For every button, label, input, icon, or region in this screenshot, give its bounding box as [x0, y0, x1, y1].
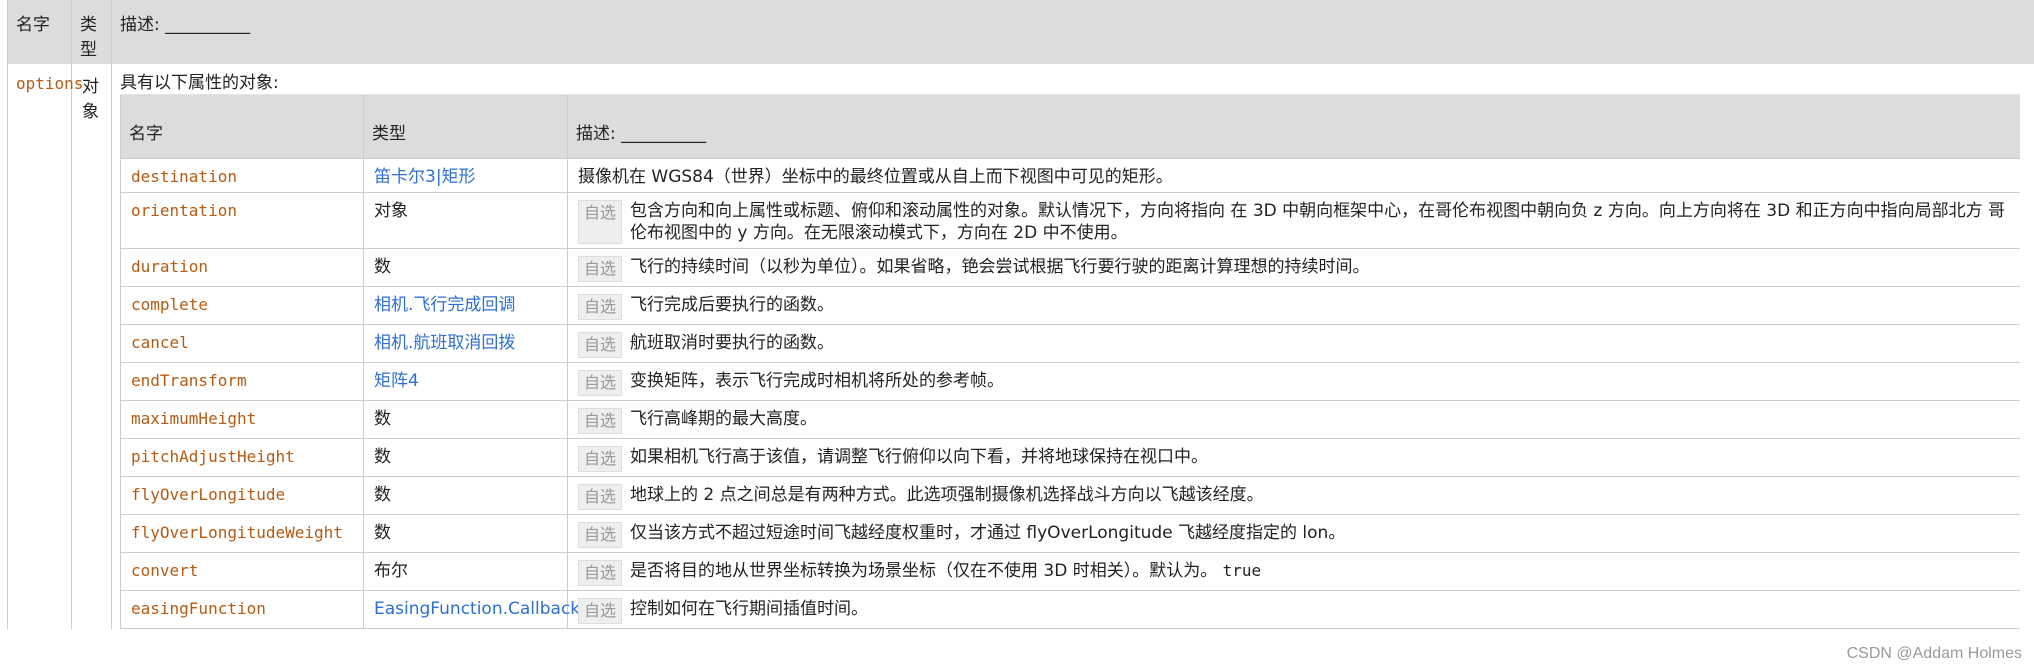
- option-type: 数: [374, 485, 391, 505]
- optional-badge: 自选: [578, 522, 623, 548]
- option-type: 数: [374, 409, 391, 429]
- option-description: 控制如何在飞行期间插值时间。: [630, 599, 869, 619]
- default-value-code: true: [1222, 561, 1262, 580]
- table-row: orientation 对象 自选 包含方向和向上属性或标题、俯仰和滚动属性的对象。默…: [120, 192, 2020, 249]
- table-row: cancel 相机.航班取消回拨 自选 航班取消时要执行的函数。: [120, 324, 2020, 363]
- optional-badge: 自选: [578, 256, 623, 282]
- option-type: 对象: [374, 201, 408, 221]
- option-name: flyOverLongitude: [131, 485, 286, 504]
- option-type: 布尔: [374, 561, 408, 581]
- type-link[interactable]: 相机.飞行完成回调: [374, 295, 515, 315]
- option-description: 地球上的 2 点之间总是有两种方式。此选项强制摄像机选择战斗方向以飞越该经度。: [630, 485, 1264, 505]
- option-name: flyOverLongitudeWeight: [131, 523, 343, 542]
- param-intro: 具有以下属性的对象:: [120, 73, 279, 93]
- header-name: 名字: [7, 0, 72, 64]
- option-name: endTransform: [131, 371, 247, 390]
- option-type: 数: [374, 523, 391, 543]
- option-description: 飞行完成后要执行的函数。: [630, 295, 835, 315]
- option-type: 数: [374, 447, 391, 467]
- option-description: 是否将目的地从世界坐标转换为场景坐标（仅在不使用 3D 时相关）。默认为。: [630, 561, 1218, 581]
- option-name: cancel: [131, 333, 189, 352]
- param-type: 对象: [82, 77, 99, 122]
- options-table: 名字 类型 描述: __________ destination 笛卡尔3|矩形 摄…: [120, 94, 2020, 629]
- type-link[interactable]: 矩阵4: [374, 371, 419, 391]
- table-row: complete 相机.飞行完成回调 自选 飞行完成后要执行的函数。: [120, 286, 2020, 325]
- option-name: maximumHeight: [131, 409, 257, 428]
- optional-badge: 自选: [578, 598, 623, 624]
- option-type: 数: [374, 257, 391, 277]
- table-row: pitchAdjustHeight 数 自选 如果相机飞行高于该值，请调整飞行俯仰以向…: [120, 438, 2020, 477]
- table-row: maximumHeight 数 自选 飞行高峰期的最大高度。: [120, 400, 2020, 439]
- option-description: 飞行的持续时间（以秒为单位）。如果省略，铯会尝试根据飞行要行驶的距离计算理想的持…: [630, 257, 1370, 277]
- header-desc: 描述: __________: [111, 0, 2034, 64]
- header-type: 类型: [71, 0, 112, 64]
- type-link[interactable]: 笛卡尔3|矩形: [374, 167, 476, 187]
- optional-badge: 自选: [578, 408, 623, 434]
- table-row: flyOverLongitudeWeight 数 自选 仅当该方式不超过短途时间飞越经…: [120, 514, 2020, 553]
- option-name: orientation: [131, 201, 237, 220]
- sub-header-name: 名字: [120, 94, 364, 159]
- option-description: 包含方向和向上属性或标题、俯仰和滚动属性的对象。默认情况下，方向将指向 在 3D…: [630, 201, 2005, 243]
- option-description: 仅当该方式不超过短途时间飞越经度权重时，才通过 flyOverLongitude…: [630, 523, 1346, 543]
- type-link[interactable]: EasingFunction.Callback: [374, 599, 580, 619]
- optional-badge: 自选: [578, 484, 623, 510]
- sub-header-type: 类型: [363, 94, 568, 159]
- option-description: 飞行高峰期的最大高度。: [630, 409, 818, 429]
- table-row: endTransform 矩阵4 自选 变换矩阵，表示飞行完成时相机将所处的参考帧。: [120, 362, 2020, 401]
- table-row: easingFunction EasingFunction.Callback 自选控…: [120, 590, 2020, 629]
- option-description: 变换矩阵，表示飞行完成时相机将所处的参考帧。: [630, 371, 1005, 391]
- option-description: 如果相机飞行高于该值，请调整飞行俯仰以向下看，并将地球保持在视口中。: [630, 447, 1209, 467]
- optional-badge: 自选: [578, 200, 623, 244]
- optional-badge: 自选: [578, 560, 623, 586]
- option-description: 摄像机在 WGS84（世界）坐标中的最终位置或从自上而下视图中可见的矩形。: [578, 167, 1173, 187]
- option-name: duration: [131, 257, 209, 276]
- option-name: complete: [131, 295, 209, 314]
- table-row: destination 笛卡尔3|矩形 摄像机在 WGS84（世界）坐标中的最终位置…: [120, 158, 2020, 193]
- params-table: 名字 类型 描述: __________ options 对象 具有以下属性的对…: [7, 0, 2034, 629]
- optional-badge: 自选: [578, 370, 623, 396]
- param-name: options: [16, 74, 84, 93]
- table-row: flyOverLongitude 数 自选 地球上的 2 点之间总是有两种方式。此选项…: [120, 476, 2020, 515]
- option-name: pitchAdjustHeight: [131, 447, 295, 466]
- option-name: easingFunction: [131, 599, 266, 618]
- option-name: convert: [131, 561, 199, 580]
- table-row: convert 布尔 自选 是否将目的地从世界坐标转换为场景坐标（仅在不使用 3D 时…: [120, 552, 2020, 591]
- type-link[interactable]: 相机.航班取消回拨: [374, 333, 515, 353]
- sub-header-desc: 描述: __________: [567, 94, 2020, 159]
- table-row: duration 数 自选 飞行的持续时间（以秒为单位）。如果省略，铯会尝试根据飞行要…: [120, 248, 2020, 287]
- optional-badge: 自选: [578, 446, 623, 472]
- watermark: CSDN @Addam Holmes: [1846, 645, 2022, 662]
- option-name: destination: [131, 167, 237, 186]
- optional-badge: 自选: [578, 294, 623, 320]
- option-description: 航班取消时要执行的函数。: [630, 333, 835, 353]
- optional-badge: 自选: [578, 332, 623, 358]
